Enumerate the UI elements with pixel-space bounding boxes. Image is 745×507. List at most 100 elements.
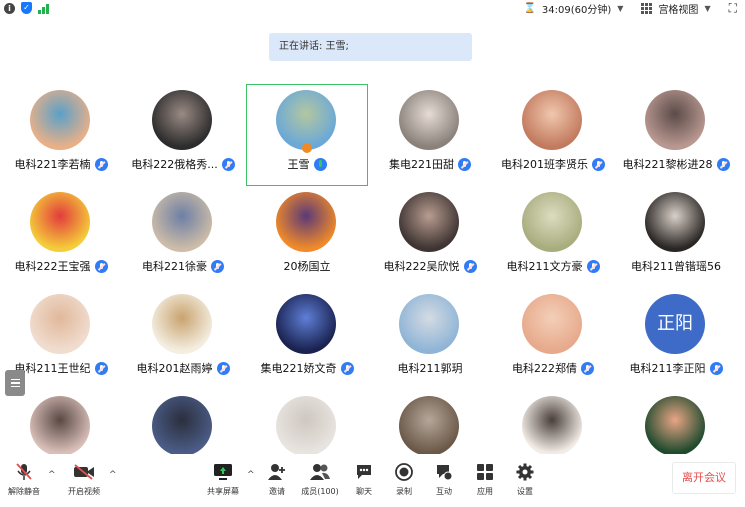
fullscreen-icon[interactable]: ⛶	[729, 1, 737, 16]
participant-tile[interactable]: 集电221娇文奇	[246, 288, 368, 390]
participant-tile[interactable]: 电科222郑倩	[492, 288, 614, 390]
leave-meeting-button[interactable]: 离开会议	[672, 462, 736, 494]
participant-tile[interactable]: 电科222俄格秀...	[122, 84, 244, 186]
participant-tile[interactable]: 正阳 电科211李正阳	[615, 288, 737, 390]
speaking-indicator: 正在讲话: 王雪;	[269, 33, 472, 61]
participant-tile[interactable]: 王雪	[246, 84, 368, 186]
participant-avatar	[276, 90, 336, 150]
participant-name-row: 电科211曾锴瑶56	[615, 258, 737, 274]
host-badge-icon	[302, 143, 312, 153]
participant-name: 王雪	[287, 158, 310, 171]
participant-tile[interactable]: 电科221黎彬进28	[615, 84, 737, 186]
participant-avatar	[276, 192, 336, 252]
participant-avatar	[522, 396, 582, 456]
audio-options-chevron-up-icon[interactable]: ^	[48, 470, 56, 480]
network-signal-icon[interactable]	[38, 3, 49, 14]
participant-name-row: 集电221田甜	[369, 156, 491, 172]
participant-tile[interactable]: 集电221田甜	[369, 84, 491, 186]
invite-button[interactable]: 邀请	[253, 462, 301, 497]
mic-muted-icon	[211, 259, 224, 273]
participant-tile[interactable]: 电科221徐豪	[122, 186, 244, 288]
participant-name: 电科211郭玥	[397, 362, 463, 375]
participant-name: 电科201班李贤乐	[501, 158, 588, 171]
participant-name-row: 电科201班李贤乐	[492, 156, 614, 172]
mic-muted-icon	[94, 361, 108, 375]
participant-avatar	[645, 90, 705, 150]
side-panel-toggle[interactable]	[5, 370, 25, 396]
participant-name-row: 电科211文方豪	[492, 258, 614, 274]
participant-tile[interactable]: 电科201赵雨婷	[122, 288, 244, 390]
participant-avatar	[152, 396, 212, 456]
participant-name-row: 20杨国立	[246, 258, 368, 274]
view-chevron-down-icon[interactable]: ▼	[704, 4, 710, 13]
share-screen-label: 共享屏幕	[207, 487, 239, 496]
participant-avatar	[152, 192, 212, 252]
mic-muted-icon	[592, 157, 605, 171]
security-shield-icon[interactable]: ✓	[21, 2, 32, 14]
bottom-toolbar: 解除静音 ^ 开启视频 ^ 共享屏幕 ^ 邀请 成员(100) 聊天 录制 互动…	[0, 454, 745, 507]
mic-muted-icon	[94, 157, 108, 171]
avatar-initials: 正阳	[645, 294, 705, 354]
participant-avatar	[30, 396, 90, 456]
unmute-label: 解除静音	[8, 487, 40, 496]
participant-name-row: 王雪	[247, 156, 367, 172]
mic-muted-icon	[221, 157, 235, 171]
participant-tile[interactable]: 电科201班李贤乐	[492, 84, 614, 186]
mic-muted-icon	[216, 361, 230, 375]
start-video-label: 开启视频	[68, 487, 100, 496]
participant-name: 电科211王世纪	[14, 362, 91, 375]
video-options-chevron-up-icon[interactable]: ^	[109, 470, 117, 480]
participant-avatar	[276, 294, 336, 354]
participant-tile[interactable]: 电科222王宝强	[0, 186, 122, 288]
settings-label: 设置	[517, 487, 533, 496]
participant-tile[interactable]: 电科211文方豪	[492, 186, 614, 288]
participant-name: 电科222吴欣悦	[383, 260, 460, 273]
start-video-button[interactable]: 开启视频	[60, 462, 108, 497]
timer-chevron-down-icon[interactable]: ▼	[617, 4, 623, 13]
unmute-button[interactable]: 解除静音	[0, 462, 48, 497]
settings-button[interactable]: 设置	[501, 462, 549, 497]
members-label: 成员(100)	[301, 487, 339, 496]
participant-name: 电科222郑倩	[512, 362, 577, 375]
participant-avatar	[645, 396, 705, 456]
participant-avatar	[30, 192, 90, 252]
mic-muted-icon	[586, 259, 600, 273]
participant-tile[interactable]: 20杨国立	[246, 186, 368, 288]
meeting-timer[interactable]: 34:09(60分钟)	[542, 1, 611, 16]
record-icon	[395, 463, 413, 481]
participant-avatar	[399, 192, 459, 252]
participant-tile[interactable]: 电科211曾锴瑶56	[615, 186, 737, 288]
view-mode-selector[interactable]: 宫格视图	[658, 1, 698, 16]
status-icons: i ✓	[4, 2, 49, 14]
participant-name-row: 电科222俄格秀...	[122, 156, 244, 172]
participant-name: 电科211文方豪	[506, 260, 583, 273]
participant-avatar	[645, 192, 705, 252]
mic-speaking-icon	[313, 157, 327, 171]
participant-tile[interactable]: 电科221李若楠	[0, 84, 122, 186]
mic-muted-icon	[340, 361, 354, 375]
participant-name: 电科201赵雨婷	[136, 362, 213, 375]
share-screen-icon	[214, 464, 232, 480]
participant-tile[interactable]: 电科211郭玥	[369, 288, 491, 390]
mic-muted-icon	[94, 259, 108, 273]
participant-tile[interactable]: 电科222吴欣悦	[369, 186, 491, 288]
mic-muted-icon	[581, 361, 594, 375]
participant-name-row: 电科201赵雨婷	[122, 360, 244, 376]
participant-avatar	[522, 294, 582, 354]
share-screen-button[interactable]: 共享屏幕	[199, 462, 247, 497]
participant-name-row: 电科211郭玥	[369, 360, 491, 376]
participant-name: 电科221李若楠	[14, 158, 91, 171]
participant-avatar	[399, 294, 459, 354]
invite-user-icon	[268, 464, 285, 480]
info-icon[interactable]: i	[4, 2, 15, 14]
participant-avatar	[30, 294, 90, 354]
participant-name: 20杨国立	[283, 260, 331, 273]
members-button[interactable]: 成员(100)	[296, 462, 344, 497]
participant-name-row: 电科222郑倩	[492, 360, 614, 376]
participant-name-row: 电科221徐豪	[122, 258, 244, 274]
participant-avatar	[399, 90, 459, 150]
hourglass-icon: ⌛	[523, 3, 536, 14]
gear-icon	[516, 463, 534, 481]
participant-name-row: 电科222吴欣悦	[369, 258, 491, 274]
grid-view-icon[interactable]	[641, 3, 653, 14]
